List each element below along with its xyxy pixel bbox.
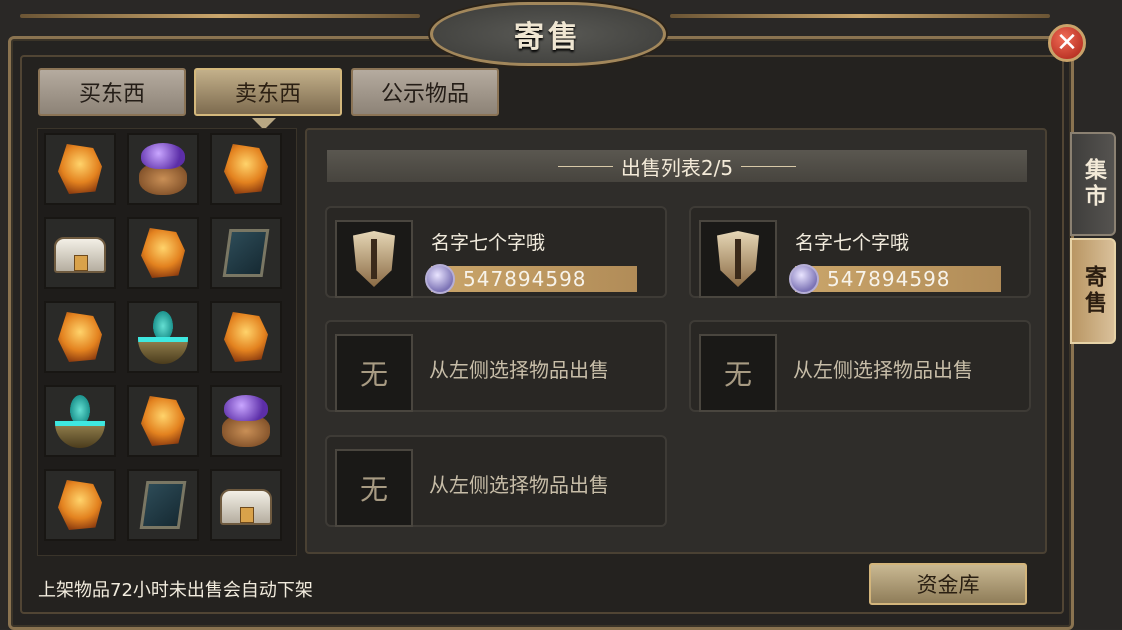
- inventory-slot-13[interactable]: [44, 469, 116, 541]
- inventory-slot-12[interactable]: [210, 385, 282, 457]
- listing-card-1[interactable]: 名字七个字哦 547894598: [325, 206, 667, 298]
- inventory-slot-8[interactable]: [127, 301, 199, 373]
- title-plate: 寄售: [430, 2, 666, 66]
- ore-icon: [135, 225, 191, 281]
- inventory-slot-14[interactable]: [127, 469, 199, 541]
- shield-icon: [353, 231, 395, 287]
- listing-price-bar: 547894598: [425, 264, 637, 294]
- side-tab-consignment-label: 寄售: [1081, 265, 1106, 317]
- consignment-window: 寄售 ✕ 买东西 卖东西 公示物品 出售列表2/5 名字七个字哦 5478945…: [0, 0, 1122, 630]
- pouch-icon: [218, 393, 274, 449]
- close-icon: ✕: [1056, 28, 1078, 58]
- window-title: 寄售: [514, 20, 582, 55]
- title-ornament-right: [670, 14, 1050, 18]
- header-divider-right: [741, 165, 797, 167]
- chest-icon: [218, 477, 274, 533]
- bowl-icon: [52, 393, 108, 449]
- empty-item-slot: 无: [335, 449, 413, 527]
- inventory-slot-3[interactable]: [210, 133, 282, 205]
- tab-public-items[interactable]: 公示物品: [351, 68, 499, 116]
- side-tab-consignment[interactable]: 寄售: [1070, 238, 1116, 344]
- pouch-icon: [135, 141, 191, 197]
- empty-glyph: 无: [723, 358, 752, 391]
- empty-slot-hint: 从左侧选择物品出售: [429, 473, 609, 497]
- fund-vault-button[interactable]: 资金库: [869, 563, 1027, 605]
- empty-glyph: 无: [359, 358, 388, 391]
- coin-icon: [425, 264, 455, 294]
- inventory-slot-9[interactable]: [210, 301, 282, 373]
- listing-name: 名字七个字哦: [795, 232, 910, 254]
- ore-icon: [52, 141, 108, 197]
- side-tab-market-label: 集市: [1081, 158, 1106, 210]
- coin-icon: [789, 264, 819, 294]
- chest-icon: [52, 225, 108, 281]
- ore-icon: [52, 477, 108, 533]
- empty-slot-card-3[interactable]: 无 从左侧选择物品出售: [325, 435, 667, 527]
- listing-card-2[interactable]: 名字七个字哦 547894598: [689, 206, 1031, 298]
- header-divider-left: [557, 165, 613, 167]
- inventory-slot-6[interactable]: [210, 217, 282, 289]
- ore-icon: [218, 141, 274, 197]
- empty-slot-hint: 从左侧选择物品出售: [793, 358, 973, 382]
- inventory-slot-5[interactable]: [127, 217, 199, 289]
- book-icon: [218, 225, 274, 281]
- book-icon: [135, 477, 191, 533]
- inventory-slot-2[interactable]: [127, 133, 199, 205]
- empty-item-slot: 无: [335, 334, 413, 412]
- listing-item-slot: [699, 220, 777, 298]
- inventory-slot-4[interactable]: [44, 217, 116, 289]
- shield-icon: [717, 231, 759, 287]
- listing-price: 547894598: [463, 267, 587, 291]
- inventory-slot-7[interactable]: [44, 301, 116, 373]
- fund-vault-label: 资金库: [916, 573, 980, 597]
- tab-sell-label: 卖东西: [234, 82, 301, 107]
- title-ornament-left: [20, 14, 420, 18]
- auto-delist-notice: 上架物品72小时未出售会自动下架: [38, 580, 313, 601]
- empty-item-slot: 无: [699, 334, 777, 412]
- inventory-slot-15[interactable]: [210, 469, 282, 541]
- sale-list-count: 出售列表2/5: [620, 155, 734, 180]
- empty-slot-card-1[interactable]: 无 从左侧选择物品出售: [325, 320, 667, 412]
- ore-icon: [135, 393, 191, 449]
- empty-slot-card-2[interactable]: 无 从左侧选择物品出售: [689, 320, 1031, 412]
- ore-icon: [218, 309, 274, 365]
- ore-icon: [52, 309, 108, 365]
- empty-slot-hint: 从左侧选择物品出售: [429, 358, 609, 382]
- tab-sell[interactable]: 卖东西: [194, 68, 342, 116]
- side-tab-market[interactable]: 集市: [1070, 132, 1116, 236]
- close-button[interactable]: ✕: [1048, 24, 1086, 62]
- tab-buy-label: 买东西: [78, 82, 145, 107]
- sale-list-header: 出售列表2/5: [327, 150, 1027, 182]
- inventory-slot-11[interactable]: [127, 385, 199, 457]
- bowl-icon: [135, 309, 191, 365]
- listing-item-slot: [335, 220, 413, 298]
- inventory-slot-10[interactable]: [44, 385, 116, 457]
- inventory-slot-1[interactable]: [44, 133, 116, 205]
- tab-buy[interactable]: 买东西: [38, 68, 186, 116]
- listing-name: 名字七个字哦: [431, 232, 546, 254]
- tab-public-items-label: 公示物品: [380, 82, 469, 107]
- empty-glyph: 无: [359, 473, 388, 506]
- listing-price-bar: 547894598: [789, 264, 1001, 294]
- listing-price: 547894598: [827, 267, 951, 291]
